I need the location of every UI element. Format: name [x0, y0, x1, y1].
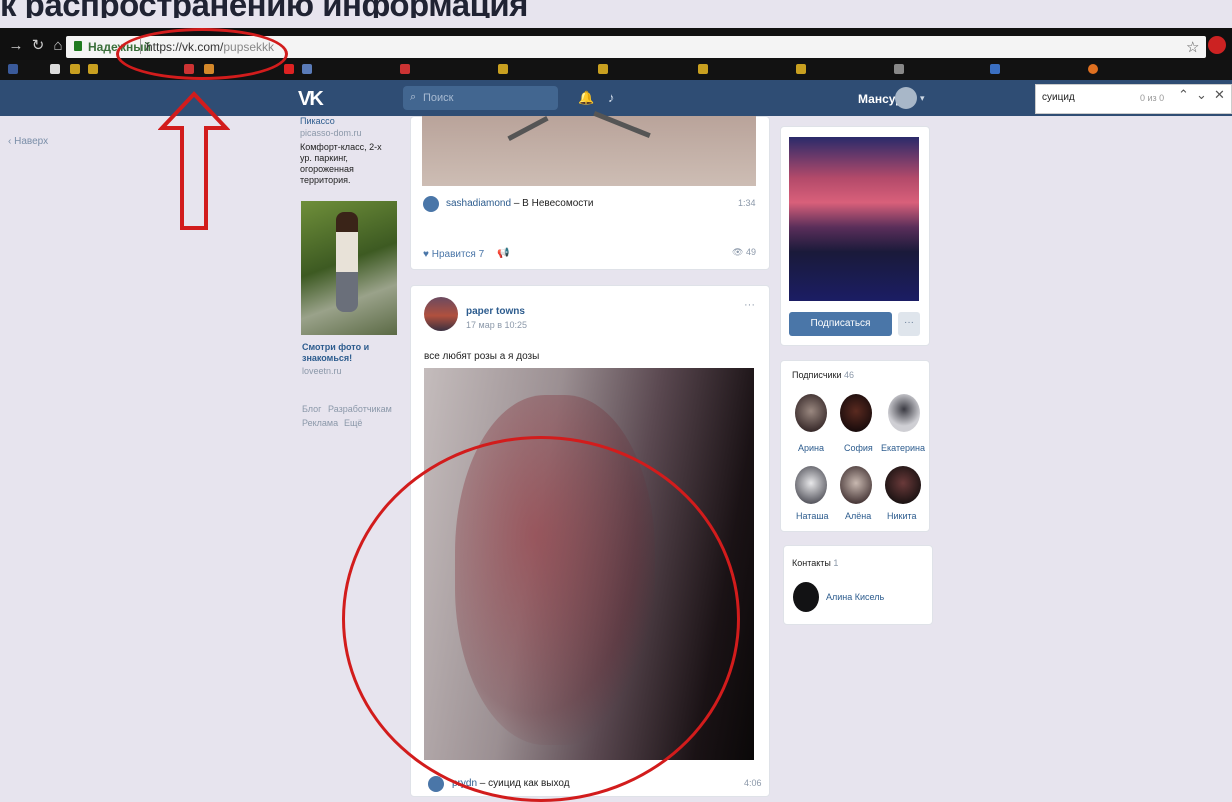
scroll-top-link[interactable]: ‹ Наверх — [8, 136, 48, 147]
avatar[interactable] — [424, 297, 458, 331]
like-label: Нравится — [431, 249, 476, 260]
bookmark-item[interactable] — [990, 64, 1004, 76]
avatar[interactable] — [793, 582, 819, 612]
lock-icon — [74, 41, 82, 51]
extension-icon[interactable] — [1208, 36, 1226, 54]
profile-photo[interactable] — [789, 137, 919, 301]
annotation-ellipse — [342, 436, 740, 802]
audio-artist: sashadiamond — [446, 198, 512, 209]
share-icon[interactable]: 📢 — [497, 248, 509, 259]
reload-icon[interactable]: ↻ — [30, 38, 46, 54]
avatar[interactable] — [885, 466, 921, 504]
more-button[interactable]: ··· — [898, 312, 920, 336]
avatar[interactable] — [840, 466, 872, 504]
bookmark-item[interactable] — [796, 64, 810, 76]
post-author[interactable]: paper towns — [466, 306, 525, 317]
bookmark-item[interactable] — [50, 64, 64, 76]
bookmark-item[interactable] — [284, 64, 298, 76]
audio-separator: – — [513, 198, 520, 209]
find-next-icon[interactable]: ⌄ — [1196, 87, 1207, 103]
find-count: 0 из 0 — [1140, 93, 1165, 103]
contacts-header[interactable]: Контакты 1 — [792, 558, 838, 568]
scroll-top-label: Наверх — [14, 136, 49, 147]
play-icon[interactable] — [428, 776, 444, 792]
ad-title[interactable]: Смотри фото и знакомься! — [302, 342, 392, 364]
bookmark-item[interactable] — [8, 64, 22, 76]
follower-name[interactable]: Арина — [798, 443, 824, 453]
bookmark-item[interactable] — [88, 64, 102, 76]
audio-title: В Невесомости — [522, 198, 594, 209]
views-count: 👁 49 — [732, 247, 756, 257]
bookmark-star-icon[interactable]: ☆ — [1186, 38, 1199, 56]
bookmark-item[interactable] — [1088, 64, 1102, 76]
post-image[interactable] — [422, 116, 756, 186]
more-icon[interactable]: ··· — [744, 299, 755, 311]
followers-title: Подписчики — [792, 370, 842, 380]
follower-name[interactable]: София — [844, 443, 873, 453]
ad-title[interactable]: Пикассо — [300, 116, 335, 127]
ad-domain[interactable]: picasso-dom.ru — [300, 128, 362, 139]
subscribe-button[interactable]: Подписаться — [789, 312, 892, 336]
chevron-down-icon[interactable]: ▾ — [920, 93, 925, 104]
like-button[interactable]: ♥ Нравится 7 — [423, 249, 484, 260]
bookmark-item[interactable] — [698, 64, 712, 76]
avatar[interactable] — [795, 466, 827, 504]
post-text: все любят розы а я дозы — [424, 351, 540, 362]
ad-domain[interactable]: loveetn.ru — [302, 366, 342, 377]
music-icon[interactable]: ♪ — [608, 90, 615, 105]
footer-more-link[interactable]: Ещё — [344, 418, 362, 429]
bookmark-item[interactable] — [302, 64, 316, 76]
contacts-count: 1 — [833, 558, 839, 568]
close-icon[interactable]: ✕ — [1214, 87, 1225, 103]
vk-search-placeholder: Поиск — [423, 92, 454, 104]
footer-blog-link[interactable]: Блог — [302, 404, 321, 415]
avatar[interactable] — [840, 394, 872, 432]
bookmark-item[interactable] — [400, 64, 414, 76]
vk-logo[interactable]: VK — [298, 88, 324, 111]
post-date[interactable]: 17 мар в 10:25 — [466, 320, 527, 330]
avatar[interactable] — [888, 394, 920, 432]
bookmark-item[interactable] — [498, 64, 512, 76]
avatar[interactable] — [795, 394, 827, 432]
audio-duration: 4:06 — [744, 778, 762, 788]
bell-icon[interactable]: 🔔 — [578, 90, 594, 106]
avatar[interactable] — [895, 87, 917, 109]
forward-icon[interactable]: → — [8, 38, 24, 54]
contacts-title: Контакты — [792, 558, 831, 568]
followers-header[interactable]: Подписчики 46 — [792, 370, 854, 380]
annotation-ellipse — [116, 28, 288, 80]
footer-dev-link[interactable]: Разработчикам — [328, 404, 392, 415]
follower-name[interactable]: Екатерина — [881, 443, 925, 453]
audio-track[interactable]: sashadiamond – В Невесомости — [446, 198, 593, 209]
home-icon[interactable]: ⌂ — [50, 38, 66, 54]
views-value: 49 — [745, 247, 756, 257]
search-icon: ⌕ — [410, 91, 417, 103]
bookmark-item[interactable] — [894, 64, 908, 76]
play-icon[interactable] — [423, 196, 439, 212]
audio-duration: 1:34 — [738, 198, 756, 208]
footer-ads-link[interactable]: Реклама — [302, 418, 338, 429]
like-count: 7 — [478, 249, 485, 260]
find-prev-icon[interactable]: ⌃ — [1178, 87, 1189, 103]
find-input[interactable]: суицид — [1042, 92, 1075, 103]
follower-name[interactable]: Алёна — [845, 511, 871, 521]
contact-name[interactable]: Алина Кисель — [826, 592, 884, 602]
up-arrow-icon — [158, 91, 230, 230]
followers-count: 46 — [844, 370, 855, 380]
slide-title: к распространению информация — [0, 0, 760, 18]
ad-text: Комфорт-класс, 2-х ур. паркинг, огорожен… — [300, 142, 382, 185]
follower-name[interactable]: Наташа — [796, 511, 829, 521]
ad-image-figure — [336, 212, 358, 312]
bookmark-item[interactable] — [598, 64, 612, 76]
follower-name[interactable]: Никита — [887, 511, 917, 521]
bookmark-item[interactable] — [70, 64, 84, 76]
